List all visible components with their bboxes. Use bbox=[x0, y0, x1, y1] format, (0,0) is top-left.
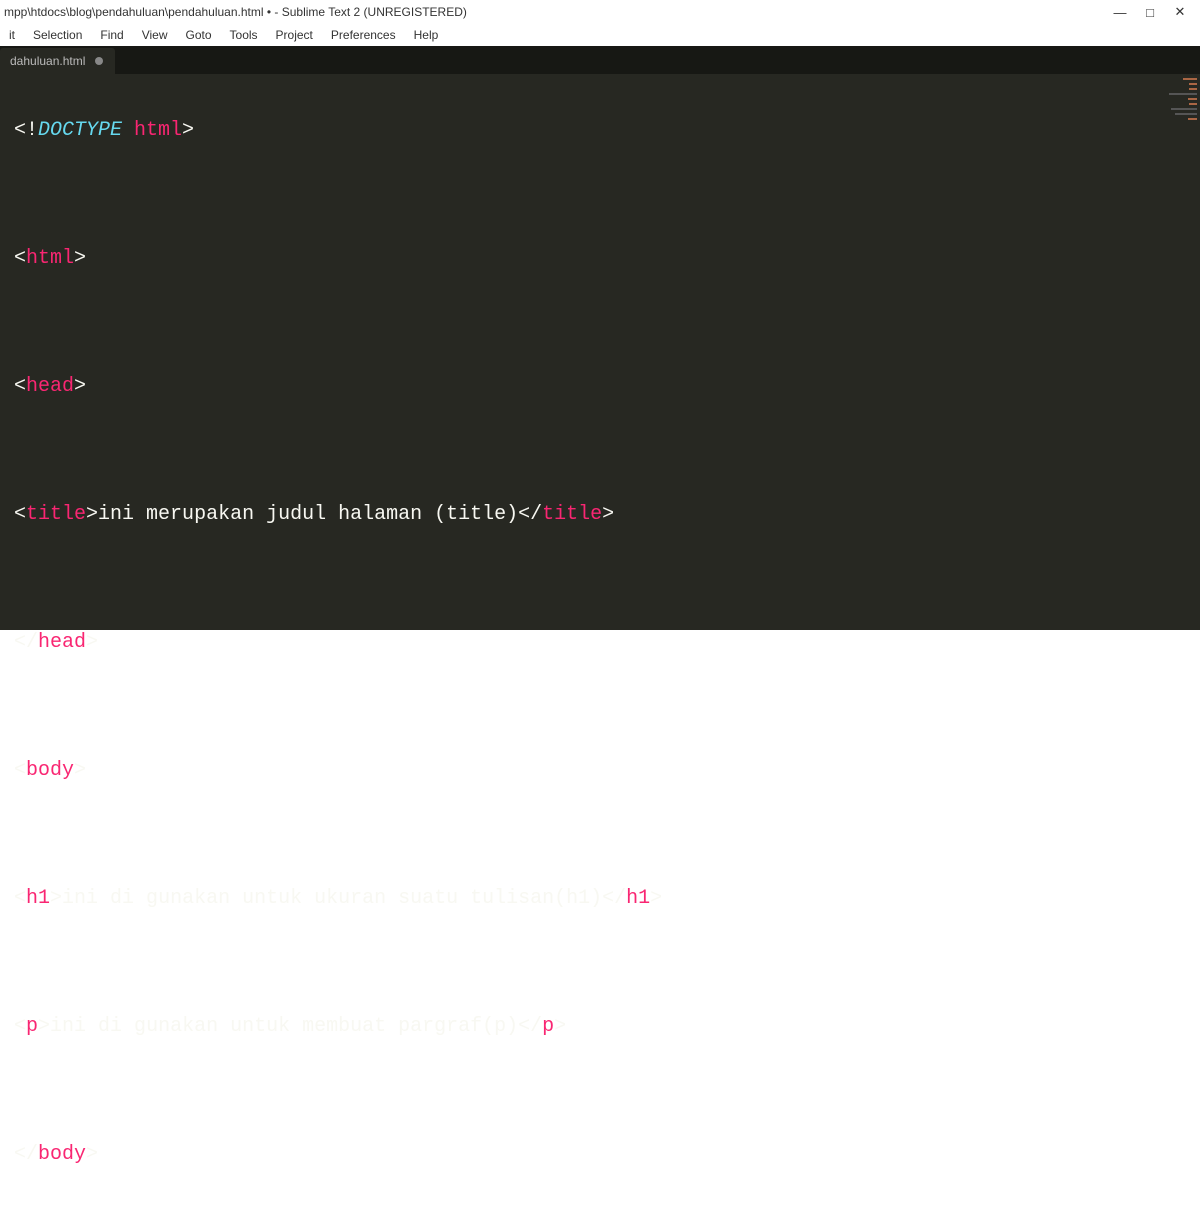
code-line-empty bbox=[14, 1074, 1200, 1108]
code-line: <h1>ini di gunakan untuk ukuran suatu tu… bbox=[14, 882, 1200, 916]
menu-selection[interactable]: Selection bbox=[24, 28, 91, 42]
window-controls: — □ ✕ bbox=[1114, 6, 1186, 18]
code-line: <!DOCTYPE html> bbox=[14, 114, 1200, 148]
editor[interactable]: <!DOCTYPE html> <html> <head> <title>ini… bbox=[0, 74, 1200, 630]
maximize-icon[interactable]: □ bbox=[1144, 6, 1156, 18]
gutter bbox=[0, 74, 12, 630]
dirty-indicator-icon bbox=[95, 57, 103, 65]
code-line-empty bbox=[14, 690, 1200, 724]
code-line: <head> bbox=[14, 370, 1200, 404]
menu-project[interactable]: Project bbox=[267, 28, 322, 42]
code-line: </head> bbox=[14, 626, 1200, 660]
code-line-empty bbox=[14, 818, 1200, 852]
menu-bar: it Selection Find View Goto Tools Projec… bbox=[0, 24, 1200, 46]
menu-view[interactable]: View bbox=[133, 28, 177, 42]
menu-help[interactable]: Help bbox=[405, 28, 448, 42]
window-title: mpp\htdocs\blog\pendahuluan\pendahuluan.… bbox=[4, 5, 1114, 19]
tab-bar: dahuluan.html bbox=[0, 46, 1200, 74]
code-line: </body> bbox=[14, 1138, 1200, 1172]
code-line-empty bbox=[14, 562, 1200, 596]
window-titlebar: mpp\htdocs\blog\pendahuluan\pendahuluan.… bbox=[0, 0, 1200, 24]
code-line-empty bbox=[14, 946, 1200, 980]
minimap[interactable] bbox=[1160, 74, 1200, 630]
menu-preferences[interactable]: Preferences bbox=[322, 28, 405, 42]
menu-it[interactable]: it bbox=[0, 28, 24, 42]
menu-goto[interactable]: Goto bbox=[177, 28, 221, 42]
code-line: <title>ini merupakan judul halaman (titl… bbox=[14, 498, 1200, 532]
close-icon[interactable]: ✕ bbox=[1174, 6, 1186, 18]
code-line: <body> bbox=[14, 754, 1200, 788]
file-tab[interactable]: dahuluan.html bbox=[0, 48, 115, 74]
menu-tools[interactable]: Tools bbox=[221, 28, 267, 42]
tab-label: dahuluan.html bbox=[10, 54, 85, 68]
minimize-icon[interactable]: — bbox=[1114, 6, 1126, 18]
code-line-empty bbox=[14, 178, 1200, 212]
code-line: <html> bbox=[14, 242, 1200, 276]
code-line-empty bbox=[14, 306, 1200, 340]
menu-find[interactable]: Find bbox=[91, 28, 132, 42]
code-line: <p>ini di gunakan untuk membuat pargraf(… bbox=[14, 1010, 1200, 1044]
code-content[interactable]: <!DOCTYPE html> <html> <head> <title>ini… bbox=[12, 74, 1200, 630]
code-line-empty bbox=[14, 434, 1200, 468]
